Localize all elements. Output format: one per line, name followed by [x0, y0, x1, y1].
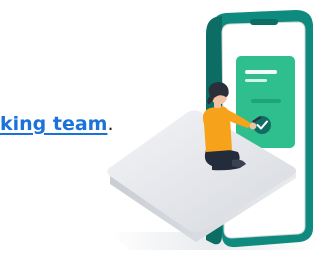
- team-link[interactable]: king team: [0, 113, 107, 135]
- trailing-punctuation: .: [107, 113, 114, 135]
- body-text: king team.: [0, 110, 114, 138]
